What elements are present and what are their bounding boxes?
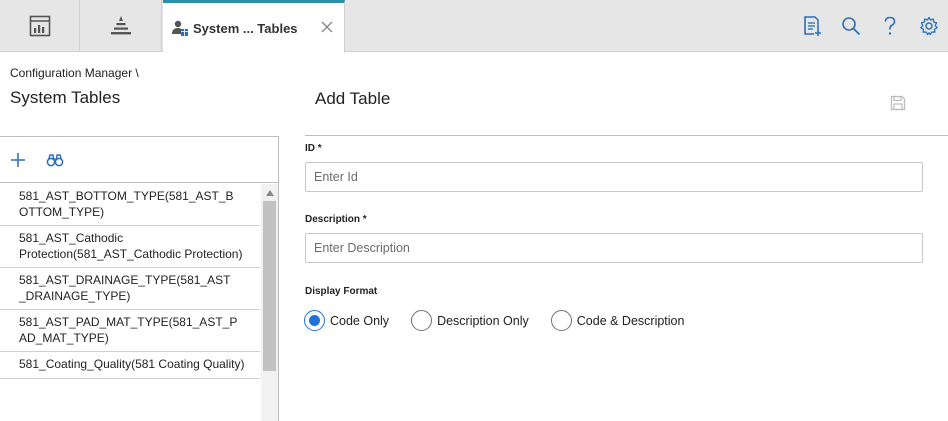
radio-code-only[interactable]: Code Only xyxy=(304,310,389,331)
id-field[interactable] xyxy=(305,162,923,192)
close-icon[interactable] xyxy=(320,20,334,34)
find-button[interactable] xyxy=(46,151,64,169)
tab-dashboard[interactable] xyxy=(0,0,80,52)
description-field[interactable] xyxy=(305,233,923,263)
id-label: ID * xyxy=(305,143,322,154)
display-format-radio-group: Code Only Description Only Code & Descri… xyxy=(304,310,706,331)
radio-button[interactable] xyxy=(411,310,433,331)
dashboard-icon xyxy=(29,15,50,37)
list-item[interactable]: 581_AST_DRAINAGE_TYPE(581_AST _DRAINAGE_… xyxy=(0,268,260,310)
list-item[interactable]: 581_AST_BOTTOM_TYPE(581_AST_B OTTOM_TYPE… xyxy=(0,184,260,226)
radio-button[interactable] xyxy=(550,310,572,331)
add-icon xyxy=(11,152,25,167)
help-icon xyxy=(884,16,895,35)
radio-label: Code & Description xyxy=(576,313,685,328)
radio-description-only[interactable]: Description Only xyxy=(411,310,529,331)
binoculars-icon xyxy=(46,153,64,166)
radio-selected-dot xyxy=(309,315,320,326)
scroll-up-icon[interactable] xyxy=(261,184,278,201)
help-button[interactable] xyxy=(870,0,909,52)
tab-label: System ... Tables xyxy=(193,20,298,36)
description-label: Description * xyxy=(305,214,367,225)
system-tables-list-panel: 581_AST_BOTTOM_TYPE(581_AST_B OTTOM_TYPE… xyxy=(0,136,279,421)
list-scrollbar[interactable] xyxy=(261,184,278,421)
list-toolbar xyxy=(0,137,278,183)
save-icon[interactable] xyxy=(890,95,906,111)
radio-code-and-description[interactable]: Code & Description xyxy=(550,310,685,331)
form-divider xyxy=(305,135,948,136)
list-item[interactable]: 581_AST_PAD_MAT_TYPE(581_AST_P AD_MAT_TY… xyxy=(0,310,260,352)
new-document-button[interactable] xyxy=(792,0,831,52)
list-item[interactable]: 581_Coating_Quality(581 Coating Quality) xyxy=(0,352,260,379)
form-title: Add Table xyxy=(315,89,391,108)
top-actions xyxy=(792,0,948,52)
system-tables-list: 581_AST_BOTTOM_TYPE(581_AST_B OTTOM_TYPE… xyxy=(0,184,260,421)
search-button[interactable] xyxy=(831,0,870,52)
page-title: System Tables xyxy=(10,88,121,107)
scrollbar-thumb[interactable] xyxy=(263,201,276,371)
settings-icon xyxy=(919,16,938,36)
new-document-icon xyxy=(803,16,821,36)
search-icon xyxy=(841,17,860,36)
list-item[interactable]: 581_AST_Cathodic Protection(581_AST_Cath… xyxy=(0,226,260,268)
breadcrumb[interactable]: Configuration Manager \ xyxy=(10,66,139,80)
hierarchy-icon xyxy=(111,16,131,35)
radio-button[interactable] xyxy=(304,310,325,331)
radio-label: Code Only xyxy=(330,313,390,328)
display-format-label: Display Format xyxy=(305,286,378,297)
add-button[interactable] xyxy=(9,151,27,169)
settings-button[interactable] xyxy=(909,0,948,52)
radio-label: Description Only xyxy=(437,313,529,328)
system-tables-icon xyxy=(171,19,189,37)
tab-hierarchy[interactable] xyxy=(81,0,162,52)
tab-system-tables[interactable]: System ... Tables xyxy=(163,0,345,53)
top-tab-bar: System ... Tables xyxy=(0,0,948,53)
